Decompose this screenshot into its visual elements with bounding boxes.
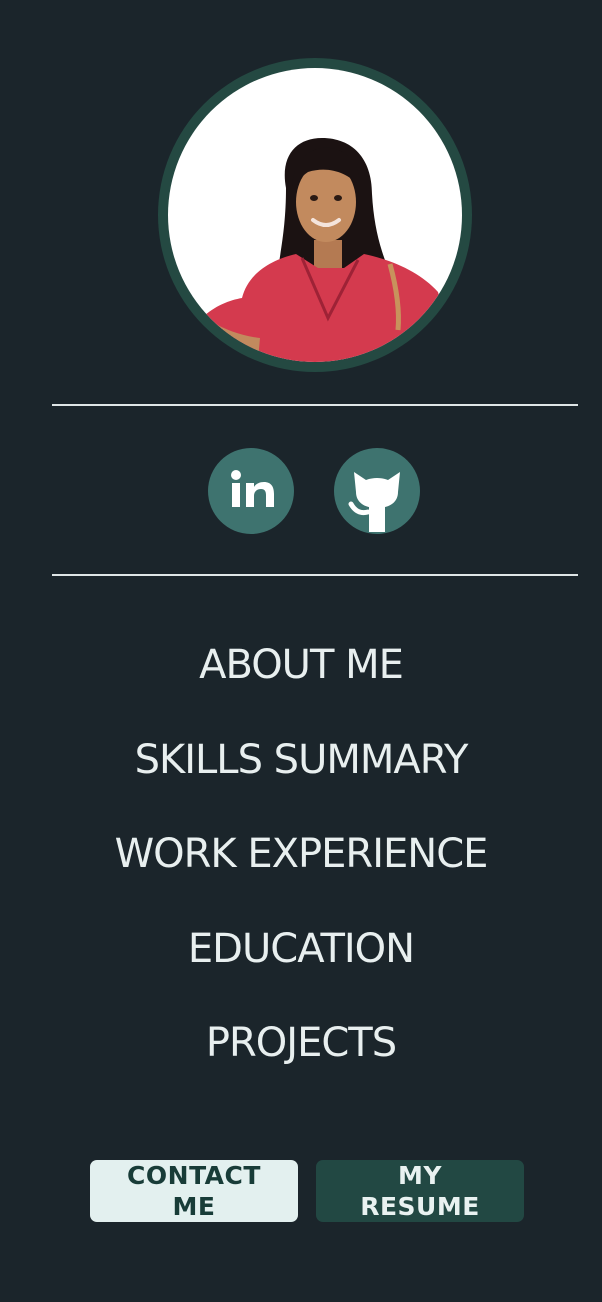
github-icon bbox=[348, 472, 400, 532]
profile-photo bbox=[168, 68, 462, 362]
divider-top bbox=[52, 404, 578, 406]
avatar bbox=[158, 58, 472, 372]
nav-skills-summary[interactable]: SKILLS SUMMARY bbox=[0, 735, 602, 785]
nav-projects[interactable]: PROJECTS bbox=[0, 1018, 602, 1068]
divider-bottom bbox=[52, 574, 578, 576]
linkedin-icon bbox=[231, 470, 274, 507]
my-resume-button[interactable]: MY RESUME bbox=[316, 1160, 524, 1222]
nav-work-experience[interactable]: WORK EXPERIENCE bbox=[0, 829, 602, 879]
contact-me-label: CONTACT ME bbox=[127, 1161, 261, 1221]
linkedin-link[interactable] bbox=[208, 448, 294, 534]
nav-education[interactable]: EDUCATION bbox=[0, 924, 602, 974]
contact-me-button[interactable]: CONTACT ME bbox=[90, 1160, 298, 1222]
my-resume-label: MY RESUME bbox=[360, 1161, 480, 1221]
nav-about-me[interactable]: ABOUT ME bbox=[0, 640, 602, 690]
github-link[interactable] bbox=[334, 448, 420, 534]
